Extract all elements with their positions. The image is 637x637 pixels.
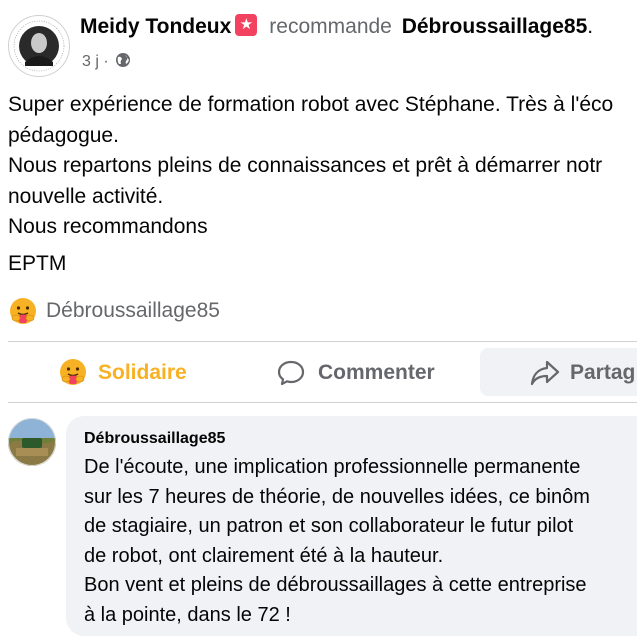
comment-body: De l'écoute, une implication professionn… [84, 453, 590, 630]
post-line: pédagogue. [8, 123, 119, 147]
reaction-label: Débroussaillage85 [46, 299, 220, 322]
comment-button[interactable]: Commenter [244, 348, 474, 396]
comment-line: de robot, ont clairement été à la hauteu… [84, 544, 444, 567]
comment-line: à la pointe, dans le 72 ! [84, 603, 291, 626]
post-title-line: Meidy Tondeux ★ recommande Débroussaillage… [80, 14, 593, 39]
meta-separator: · [103, 53, 109, 70]
care-reaction-icon [60, 359, 86, 385]
action-bar: Solidaire Commenter Partag [8, 348, 637, 396]
comment-line: de stagiaire, un patron et son collabora… [84, 515, 574, 537]
post-line: Super expérience de formation robot avec… [8, 93, 614, 116]
comment-line: Bon vent et pleins de débroussaillages à… [84, 574, 587, 596]
share-button[interactable]: Partag [480, 348, 637, 396]
post-header: Meidy Tondeux ★ recommande Débroussaillage… [8, 8, 637, 78]
avatar-photo [10, 17, 68, 75]
author-avatar[interactable] [8, 15, 70, 77]
comment-author[interactable]: Débroussaillage85 [84, 430, 225, 448]
solidaire-button[interactable]: Solidaire [8, 348, 238, 396]
recommend-word: recommande [269, 15, 392, 38]
commenter-avatar[interactable] [8, 418, 56, 466]
divider [8, 341, 637, 342]
page-suffix: . [587, 15, 594, 38]
page-name[interactable]: Débroussaillage85 [402, 15, 588, 38]
post-meta: 3 j · [82, 52, 131, 71]
comment-bubble: Débroussaillage85 De l'écoute, une impli… [66, 416, 637, 636]
share-label: Partag [570, 361, 636, 384]
post-time[interactable]: 3 j [82, 53, 99, 70]
commenter-photo [8, 418, 56, 466]
divider [8, 402, 637, 403]
recommend-star-icon: ★ [235, 14, 258, 36]
comment-icon [277, 360, 305, 386]
care-reaction-icon [10, 298, 36, 324]
comment-line: De l'écoute, une implication professionn… [84, 456, 581, 478]
solidaire-label: Solidaire [98, 361, 187, 384]
comment-line: sur les 7 heures de théorie, de nouvelle… [84, 485, 590, 508]
post-signature: EPTM [8, 252, 67, 275]
post-line: nouvelle activité. [8, 184, 164, 208]
globe-icon[interactable] [115, 52, 131, 68]
author-name[interactable]: Meidy Tondeux [80, 15, 231, 38]
post-line: Nous recommandons [8, 215, 208, 238]
comment-label: Commenter [318, 361, 435, 384]
share-icon [530, 360, 560, 386]
post-line: Nous repartons pleins de connaissances e… [8, 154, 603, 177]
post-body: Super expérience de formation robot avec… [8, 90, 637, 243]
